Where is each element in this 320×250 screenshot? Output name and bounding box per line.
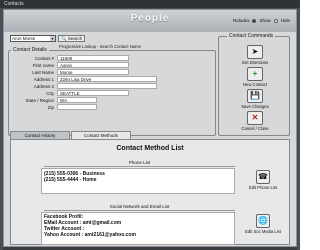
field-row-address1: Address 1 2294 Lisa Drive [9, 76, 157, 82]
field-label: State / Region [25, 97, 54, 103]
field-row-zip: Zip [9, 104, 97, 110]
chevron-down-icon: ▾ [50, 36, 55, 41]
phone-list-heading: Phone List [128, 160, 151, 165]
address1-field[interactable]: 2294 Lisa Drive [57, 76, 157, 82]
phone-icon: ☎ [256, 170, 270, 184]
cancel-close-button[interactable]: ✕ Cancel / Close [241, 111, 269, 131]
save-changes-label: Save Changes [241, 104, 269, 109]
contact-commands-box: Contact Commands ➤ Get Directions + New … [218, 33, 290, 136]
field-label: Zip [47, 104, 54, 110]
first-name-field[interactable]: Aaron [57, 62, 129, 68]
field-row-last-name: Last Name Morse [9, 69, 129, 75]
edit-phone-list-label: Edit Phone List [248, 185, 278, 190]
field-row-city: City SEATTLE [9, 90, 129, 96]
field-row-contact-number: Contact # 11609 [9, 55, 129, 61]
field-label: City [46, 90, 54, 96]
new-contact-label: New Contact [243, 82, 267, 87]
new-contact-button[interactable]: + New Contact [241, 67, 269, 87]
field-label: Contact # [34, 55, 54, 61]
header-bar: People Rolodex Show Hide [4, 10, 296, 32]
contact-details-title: Contact Details [11, 47, 49, 53]
city-field[interactable]: SEATTLE [57, 90, 129, 96]
cancel-close-label: Cancel / Close [241, 126, 269, 131]
edit-social-media-label: Edit Soc Media List [245, 229, 281, 234]
contact-select-value: Aron Morse [12, 36, 36, 41]
application-window: Contacts People Rolodex Show Hide Aron M… [0, 0, 300, 250]
contact-methods-panel: Contact Method List Phone List (215) 555… [10, 139, 290, 245]
get-directions-button[interactable]: ➤ Get Directions [241, 45, 269, 65]
divider [44, 166, 235, 167]
rolodex-toggle: Rolodex Show Hide [233, 18, 290, 23]
field-label: Address 2 [33, 83, 54, 89]
save-icon: 💾 [247, 89, 263, 103]
contact-commands-title: Contact Commands [227, 33, 276, 39]
hide-label: Hide [280, 18, 290, 23]
globe-icon: 🌐 [256, 214, 270, 228]
tab-strip: Contact History Contact Methods [10, 131, 132, 139]
main-panel: People Rolodex Show Hide Aron Morse ▾ 🔍 … [3, 9, 297, 247]
zip-field[interactable] [57, 104, 97, 110]
hide-radio[interactable] [273, 18, 278, 23]
list-item: Yahoo Account : amt2161@yahoo.com [44, 232, 136, 238]
field-row-state: State / Region WA [9, 97, 97, 103]
close-icon: ✕ [247, 111, 263, 125]
contact-method-list-title: Contact Method List [116, 145, 184, 152]
show-label: Show [259, 18, 271, 23]
field-row-address2: Address 2 [9, 83, 157, 89]
field-label: First name [32, 62, 54, 68]
phone-list-box: (215) 555-0306 - Business (215) 555-4444… [41, 168, 235, 194]
search-row: Aron Morse ▾ 🔍 Search [10, 35, 86, 42]
search-button[interactable]: 🔍 Search [58, 35, 86, 42]
edit-phone-list-button[interactable]: ☎ Edit Phone List [243, 170, 283, 190]
social-list-heading: Social Network and Email List [109, 204, 170, 209]
search-button-label: Search [67, 36, 83, 41]
contact-number-field[interactable]: 11609 [57, 55, 129, 61]
show-radio[interactable] [252, 18, 257, 23]
divider [44, 210, 235, 211]
state-field[interactable]: WA [57, 97, 97, 103]
last-name-field[interactable]: Morse [57, 69, 129, 75]
list-item: (215) 555-4444 - Home [44, 177, 97, 183]
save-changes-button[interactable]: 💾 Save Changes [241, 89, 269, 109]
window-titlebar: Contacts [0, 0, 300, 8]
address2-field[interactable] [57, 83, 157, 89]
field-label: Last Name [32, 69, 54, 75]
get-directions-label: Get Directions [241, 60, 269, 65]
tab-contact-methods[interactable]: Contact Methods [71, 131, 131, 139]
map-icon: ➤ [247, 45, 263, 59]
edit-social-media-list-button[interactable]: 🌐 Edit Soc Media List [243, 214, 283, 234]
contact-select[interactable]: Aron Morse ▾ [10, 35, 56, 42]
contact-details-box: Contact Details Contact # 11609 First na… [8, 47, 216, 136]
lookup-hint: Progressive Lookup - Search Contact Name [59, 44, 141, 49]
tab-contact-history[interactable]: Contact History [10, 131, 70, 139]
field-label: Address 1 [33, 76, 54, 82]
rolodex-label: Rolodex [232, 18, 250, 23]
add-icon: + [247, 67, 263, 81]
field-row-first-name: First name Aaron [9, 62, 129, 68]
social-list-box: Facebook Profil: EMail Account : amt@gma… [41, 212, 235, 245]
search-icon: 🔍 [61, 36, 67, 41]
